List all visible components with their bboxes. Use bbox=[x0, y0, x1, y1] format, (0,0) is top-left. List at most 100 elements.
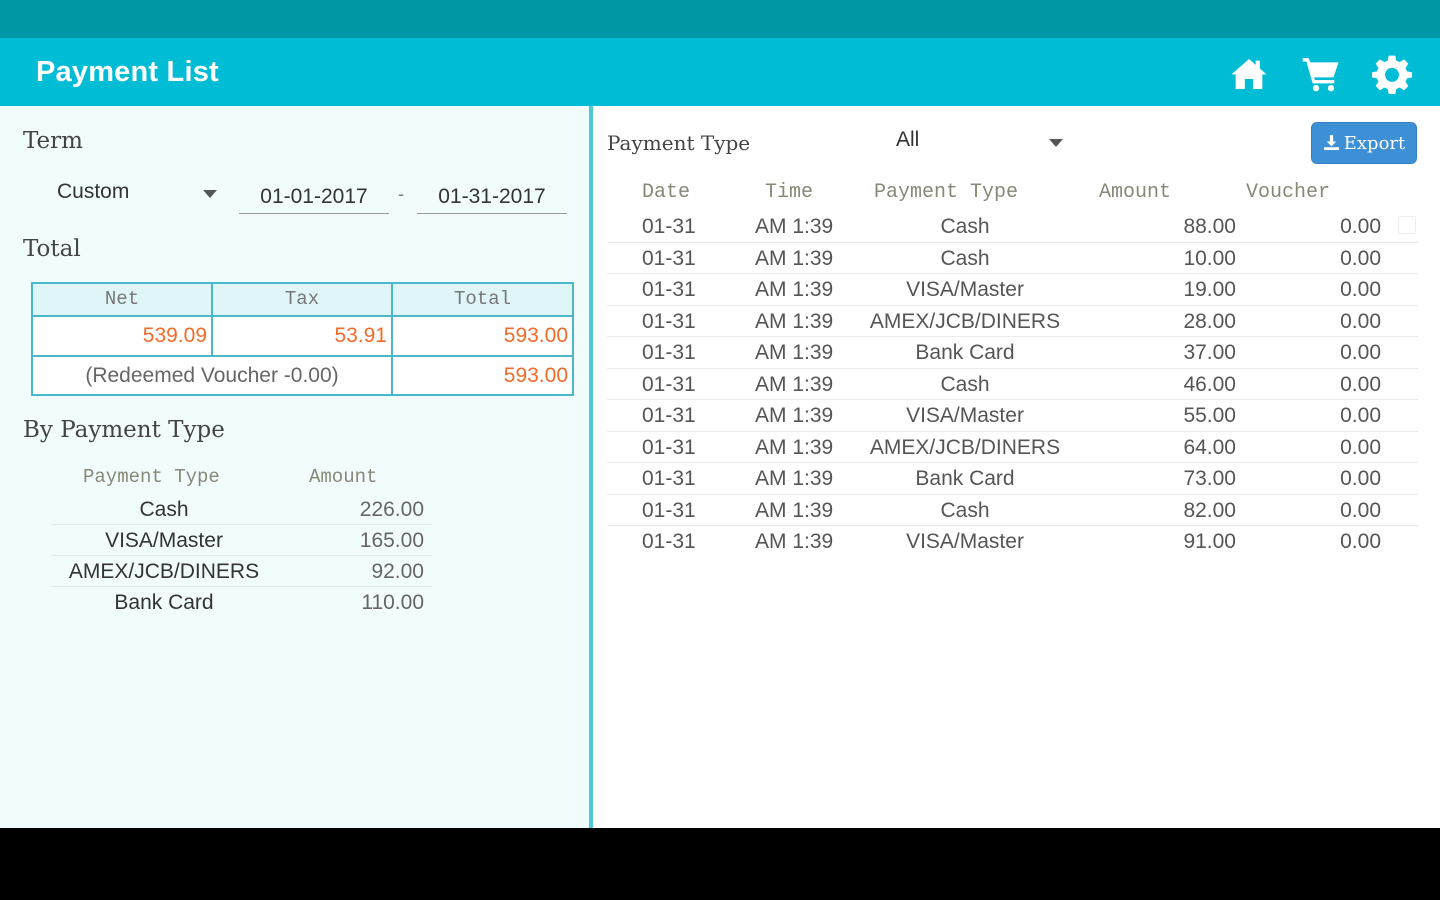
row-time: AM 1:39 bbox=[755, 404, 834, 427]
bp-header-amount: Amount bbox=[309, 466, 378, 488]
row-voucher: 0.00 bbox=[1340, 246, 1381, 270]
term-label: Term bbox=[23, 128, 83, 154]
list-item: Cash 226.00 bbox=[52, 494, 432, 525]
row-payment-type: Cash bbox=[940, 215, 990, 238]
status-bar bbox=[0, 0, 1440, 38]
row-time: AM 1:39 bbox=[755, 246, 834, 270]
gear-icon[interactable] bbox=[1371, 54, 1413, 94]
system-navigation-bar bbox=[0, 828, 1440, 900]
row-amount: 88.00 bbox=[1183, 215, 1236, 238]
grand-total-value: 593.00 bbox=[393, 357, 572, 394]
by-payment-type-label: By Payment Type bbox=[23, 417, 225, 443]
table-row[interactable]: 01-31 AM 1:39 AMEX/JCB/DINERS 28.00 0.00 bbox=[607, 306, 1418, 337]
table-row[interactable]: 01-31 AM 1:39 VISA/Master 91.00 0.00 bbox=[607, 526, 1418, 558]
chevron-down-icon bbox=[1049, 139, 1063, 147]
row-date: 01-31 bbox=[642, 341, 696, 364]
bp-amount: 226.00 bbox=[359, 498, 424, 521]
total-label: Total bbox=[23, 236, 81, 262]
bp-amount: 110.00 bbox=[361, 591, 424, 614]
totals-header-total: Total bbox=[393, 284, 572, 317]
row-time: AM 1:39 bbox=[755, 309, 834, 333]
column-header-amount[interactable]: Amount bbox=[1099, 181, 1171, 204]
column-header-date[interactable]: Date bbox=[642, 181, 690, 204]
row-payment-type: Cash bbox=[940, 372, 990, 396]
bp-header-type: Payment Type bbox=[83, 466, 220, 488]
row-amount: 28.00 bbox=[1183, 309, 1236, 333]
row-date: 01-31 bbox=[642, 278, 696, 301]
column-header-payment-type[interactable]: Payment Type bbox=[874, 181, 1018, 204]
bp-type: AMEX/JCB/DINERS bbox=[68, 560, 260, 583]
column-header-voucher[interactable]: Voucher bbox=[1246, 181, 1330, 204]
row-voucher: 0.00 bbox=[1340, 467, 1381, 490]
row-payment-type: AMEX/JCB/DINERS bbox=[869, 435, 1061, 459]
export-label: Export bbox=[1343, 133, 1406, 154]
row-voucher: 0.00 bbox=[1340, 404, 1381, 427]
chevron-down-icon bbox=[203, 190, 217, 198]
payment-type-filter-select[interactable]: All bbox=[896, 128, 1076, 160]
term-select[interactable]: Custom bbox=[57, 180, 227, 210]
row-amount: 55.00 bbox=[1183, 404, 1236, 427]
bp-amount: 92.00 bbox=[371, 560, 424, 583]
row-date: 01-31 bbox=[642, 246, 696, 270]
row-date: 01-31 bbox=[642, 372, 696, 396]
tax-value: 53.91 bbox=[213, 317, 393, 357]
row-voucher: 0.00 bbox=[1340, 278, 1381, 301]
row-voucher: 0.00 bbox=[1340, 309, 1381, 333]
cart-icon[interactable] bbox=[1300, 54, 1342, 94]
table-row[interactable]: 01-31 AM 1:39 Bank Card 37.00 0.00 bbox=[607, 337, 1418, 369]
row-time: AM 1:39 bbox=[755, 498, 834, 522]
row-time: AM 1:39 bbox=[755, 467, 834, 490]
page-title: Payment List bbox=[36, 56, 219, 88]
row-amount: 82.00 bbox=[1183, 498, 1236, 522]
row-date: 01-31 bbox=[642, 404, 696, 427]
table-row[interactable]: 01-31 AM 1:39 VISA/Master 19.00 0.00 bbox=[607, 274, 1418, 306]
row-voucher: 0.00 bbox=[1340, 498, 1381, 522]
row-amount: 19.00 bbox=[1183, 278, 1236, 301]
row-time: AM 1:39 bbox=[755, 372, 834, 396]
row-voucher: 0.00 bbox=[1340, 530, 1381, 553]
row-payment-type: Bank Card bbox=[915, 467, 1015, 490]
bp-type: VISA/Master bbox=[105, 529, 223, 552]
export-button[interactable]: Export bbox=[1311, 122, 1417, 164]
date-from-field[interactable] bbox=[239, 180, 389, 214]
payment-type-filter-label: Payment Type bbox=[607, 131, 751, 155]
table-row[interactable]: 01-31 AM 1:39 Cash 88.00 0.00 bbox=[607, 211, 1418, 243]
list-item: AMEX/JCB/DINERS 92.00 bbox=[52, 556, 432, 587]
totals-header-net: Net bbox=[33, 284, 213, 317]
row-payment-type: AMEX/JCB/DINERS bbox=[869, 309, 1061, 333]
row-time: AM 1:39 bbox=[755, 341, 834, 364]
list-item: Bank Card 110.00 bbox=[52, 587, 432, 618]
date-separator: - bbox=[398, 184, 404, 204]
row-date: 01-31 bbox=[642, 530, 696, 553]
row-time: AM 1:39 bbox=[755, 215, 834, 238]
total-value: 593.00 bbox=[393, 317, 572, 357]
table-row[interactable]: 01-31 AM 1:39 Cash 82.00 0.00 bbox=[607, 495, 1418, 526]
row-date: 01-31 bbox=[642, 309, 696, 333]
bp-type: Bank Card bbox=[114, 591, 214, 614]
table-row[interactable]: 01-31 AM 1:39 Cash 10.00 0.00 bbox=[607, 243, 1418, 274]
row-amount: 64.00 bbox=[1183, 435, 1236, 459]
row-date: 01-31 bbox=[642, 467, 696, 490]
row-amount: 73.00 bbox=[1183, 467, 1236, 490]
totals-header-tax: Tax bbox=[213, 284, 393, 317]
net-value: 539.09 bbox=[33, 317, 213, 357]
row-amount: 46.00 bbox=[1183, 372, 1236, 396]
home-icon[interactable] bbox=[1228, 54, 1270, 94]
bp-type: Cash bbox=[139, 498, 189, 521]
voucher-note: (Redeemed Voucher -0.00) bbox=[33, 357, 393, 394]
table-row[interactable]: 01-31 AM 1:39 VISA/Master 55.00 0.00 bbox=[607, 400, 1418, 432]
date-to-field[interactable] bbox=[417, 180, 567, 214]
row-payment-type: Cash bbox=[940, 498, 990, 522]
row-amount: 37.00 bbox=[1183, 341, 1236, 364]
list-item: VISA/Master 165.00 bbox=[52, 525, 432, 556]
column-header-time[interactable]: Time bbox=[765, 181, 813, 204]
table-row[interactable]: 01-31 AM 1:39 Cash 46.00 0.00 bbox=[607, 369, 1418, 400]
row-time: AM 1:39 bbox=[755, 530, 834, 553]
table-row[interactable]: 01-31 AM 1:39 Bank Card 73.00 0.00 bbox=[607, 463, 1418, 495]
row-payment-type: Bank Card bbox=[915, 341, 1015, 364]
row-amount: 10.00 bbox=[1183, 246, 1236, 270]
row-payment-type: VISA/Master bbox=[906, 530, 1024, 553]
table-row[interactable]: 01-31 AM 1:39 AMEX/JCB/DINERS 64.00 0.00 bbox=[607, 432, 1418, 463]
term-select-value: Custom bbox=[57, 180, 130, 203]
row-date: 01-31 bbox=[642, 435, 696, 459]
